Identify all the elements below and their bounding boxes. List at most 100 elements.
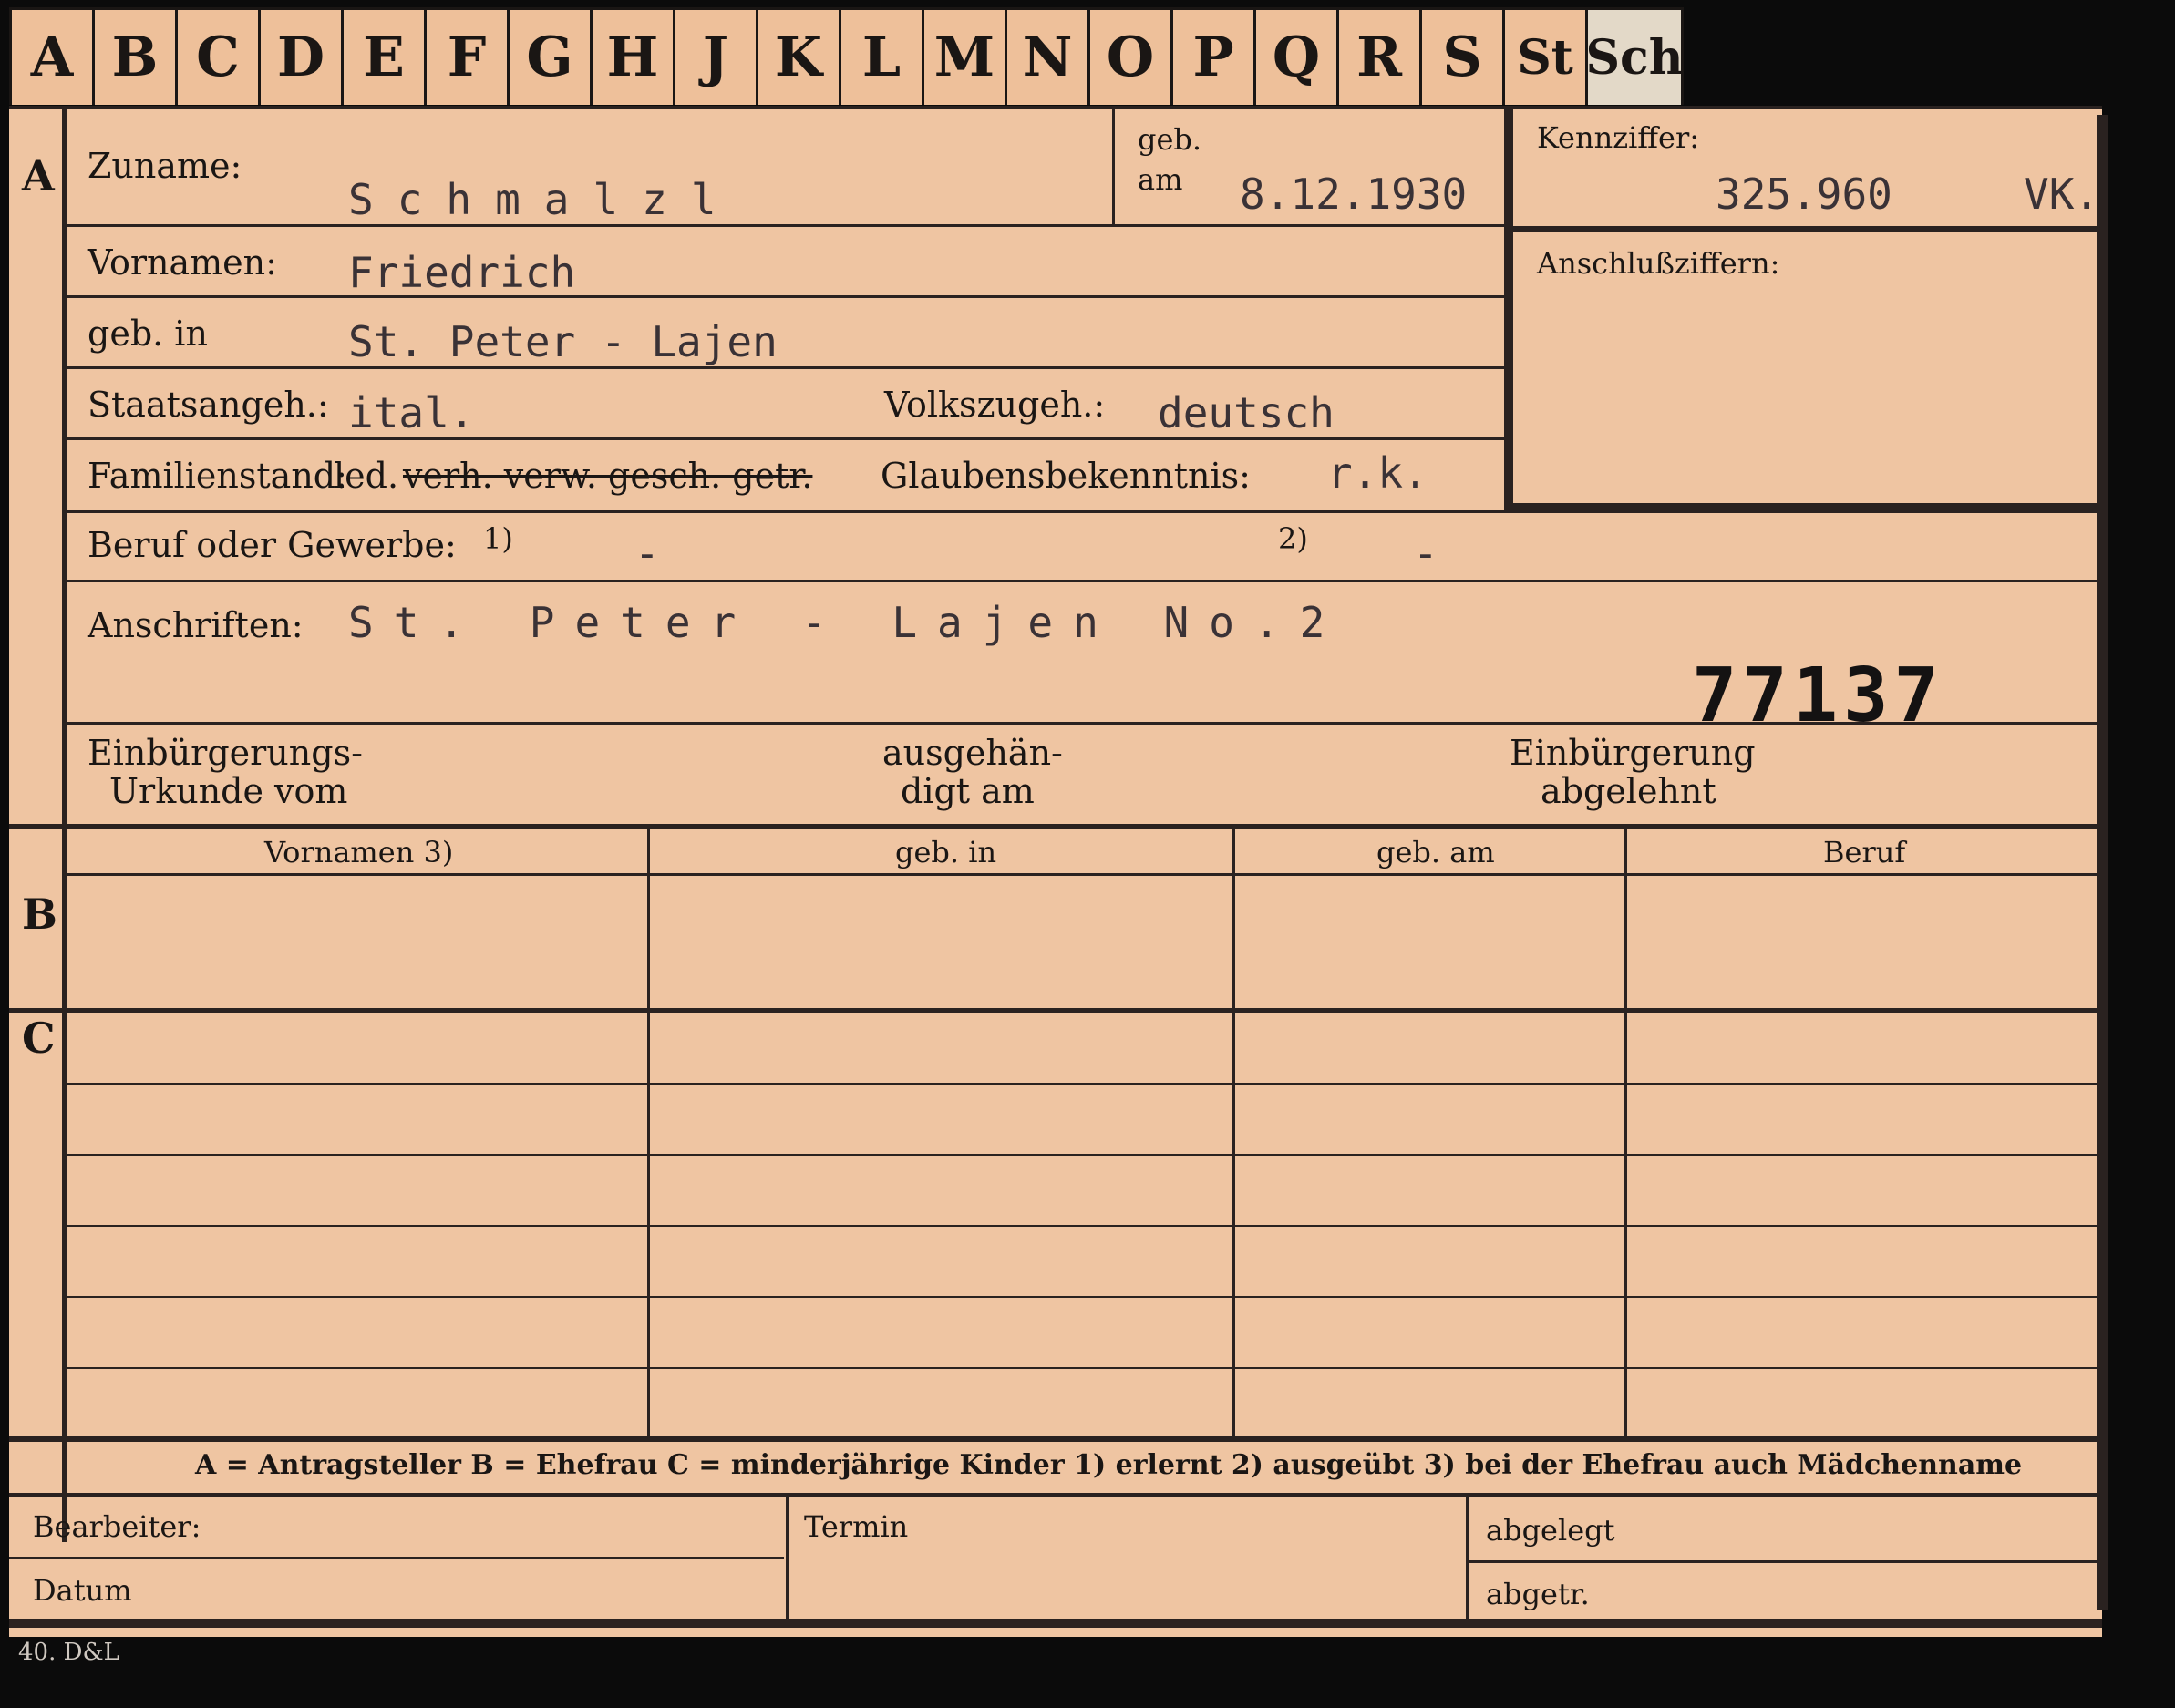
rule (1468, 1560, 2102, 1563)
beruf-note-1: 1) (483, 521, 513, 556)
tab-b: B (92, 7, 178, 105)
tab-r: R (1336, 7, 1422, 105)
rule (66, 224, 1506, 227)
tab-l: L (839, 7, 924, 105)
rule (9, 1557, 784, 1559)
geb-label: geb. (1138, 122, 1202, 157)
am-label: am (1138, 162, 1183, 197)
tab-g: G (507, 7, 593, 105)
abgetr-label: abgetr. (1486, 1577, 1590, 1611)
section-c-letter: C (22, 1013, 56, 1063)
rule (66, 1083, 2098, 1085)
tab-a: A (9, 7, 95, 105)
ausgehaendigt-label-line2: digt am (901, 771, 1035, 811)
termin-label: Termin (804, 1509, 909, 1544)
einbuergerung-abgelehnt-line2: abgelehnt (1541, 771, 1716, 811)
tab-q: Q (1253, 7, 1339, 105)
bearbeiter-label: Bearbeiter: (33, 1509, 201, 1544)
datum-label: Datum (33, 1573, 132, 1608)
beruf-value-2: - (1413, 529, 1438, 578)
familienstand-label: Familienstand: (88, 456, 347, 496)
printer-mark: 40. D&L (18, 1639, 119, 1666)
rule (647, 829, 650, 1436)
rule (66, 1225, 2098, 1227)
zuname-label: Zuname: (88, 146, 242, 186)
beruf-label: Beruf oder Gewerbe: (88, 525, 457, 565)
alphabet-index-tabs: A B C D E F G H J K L M N O P Q R S St S… (9, 7, 1684, 106)
rule (1513, 226, 2102, 232)
rule (66, 510, 2098, 513)
rule (9, 824, 2102, 829)
rule (9, 1619, 2102, 1628)
legend: A = Antragsteller B = Ehefrau C = minder… (195, 1449, 2023, 1481)
einbuergerung-abgelehnt-line1: Einbürgerung (1510, 733, 1756, 773)
rule (1624, 829, 1627, 1436)
rule (66, 366, 1506, 369)
geb-in-label: geb. in (88, 314, 208, 354)
table-header-beruf: Beruf (1823, 835, 1906, 869)
rule (62, 824, 67, 1542)
glaubensbekenntnis-label: Glaubensbekenntnis: (881, 456, 1251, 496)
rule (2097, 115, 2108, 1610)
volkszugeh-label: Volkszugeh.: (884, 385, 1106, 425)
kennziffer-suffix: VK. (2024, 170, 2100, 219)
rule (66, 873, 2098, 876)
rule (66, 1296, 2098, 1298)
table-header-vornamen: Vornamen 3) (264, 835, 454, 869)
familienstand-option-led: led. (334, 456, 399, 496)
rule (66, 1367, 2098, 1369)
rule (66, 437, 1506, 440)
tab-k: K (756, 7, 841, 105)
tab-o: O (1088, 7, 1173, 105)
tab-p: P (1170, 7, 1256, 105)
stamp-number: 77137 (1692, 653, 1944, 739)
staatsangeh-label: Staatsangeh.: (88, 385, 329, 425)
tab-f: F (424, 7, 510, 105)
geb-am-value: 8.12.1930 (1240, 170, 1468, 219)
abgelegt-label: abgelegt (1486, 1513, 1615, 1548)
section-b-letter: B (22, 890, 57, 939)
einbuergerungs-label-line1: Einbürgerungs- (88, 733, 363, 773)
tab-e: E (341, 7, 427, 105)
familienstand-options-struck: verh. verw. gesch. getr. (403, 456, 813, 496)
anschriften-value: St. Peter - Lajen No.2 (348, 598, 1345, 647)
table-header-geb-am: geb. am (1376, 835, 1495, 869)
rule (9, 1493, 2102, 1497)
beruf-value-1: - (634, 529, 660, 578)
staatsangeh-value: ital. (348, 388, 475, 437)
zuname-value: Schmalzl (348, 175, 740, 224)
geb-in-value: St. Peter - Lajen (348, 317, 778, 366)
vornamen-label: Vornamen: (88, 242, 277, 283)
tab-h: H (590, 7, 675, 105)
section-a-letter: A (22, 151, 55, 201)
anschriften-label: Anschriften: (88, 605, 304, 645)
tab-st: St (1502, 7, 1588, 105)
beruf-note-2: 2) (1278, 521, 1308, 556)
rule (1504, 106, 1513, 512)
tab-d: D (258, 7, 344, 105)
rule (9, 106, 2102, 109)
tab-j: J (673, 7, 758, 105)
rule (62, 106, 67, 826)
anschlussziffern-label: Anschlußziffern: (1537, 246, 1780, 281)
glaubensbekenntnis-value: r.k. (1327, 448, 1428, 498)
rule (66, 580, 2098, 582)
rule (9, 1436, 2102, 1442)
registration-card: A B C Zuname: Schmalzl geb. am 8.12.1930… (9, 106, 2108, 1637)
rule (66, 295, 1506, 298)
rule (9, 1008, 2102, 1013)
rule (786, 1497, 789, 1621)
rule (66, 1154, 2098, 1156)
volkszugeh-value: deutsch (1158, 388, 1335, 437)
rule (1232, 829, 1235, 1436)
tab-s: S (1419, 7, 1505, 105)
rule (1112, 106, 1115, 224)
vornamen-value: Friedrich (348, 248, 576, 297)
tab-c: C (175, 7, 261, 105)
kennziffer-label: Kennziffer: (1537, 120, 1700, 155)
rule (1466, 1497, 1469, 1621)
table-header-geb-in: geb. in (895, 835, 997, 869)
tab-sch: Sch (1585, 7, 1684, 105)
tab-n: N (1005, 7, 1090, 105)
einbuergerungs-label-line2: Urkunde vom (109, 771, 348, 811)
